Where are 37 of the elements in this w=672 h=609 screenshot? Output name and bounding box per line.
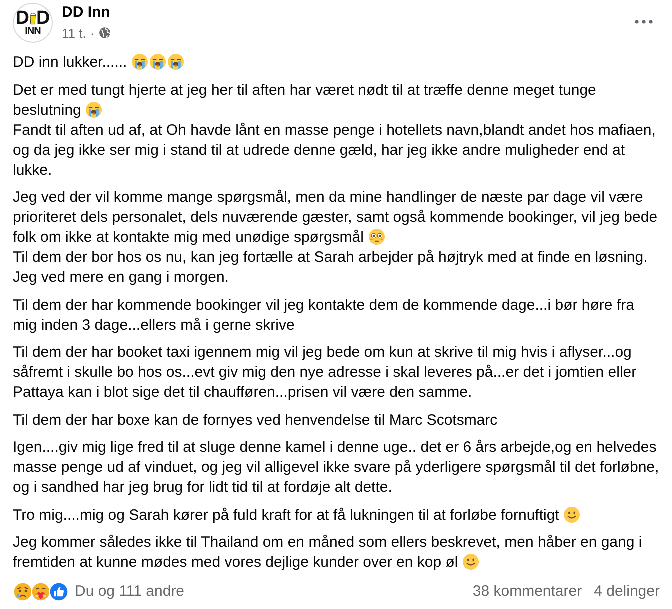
crying-emoji-icon bbox=[132, 54, 148, 70]
beer-glass-icon bbox=[30, 12, 36, 26]
care-reaction-icon[interactable] bbox=[31, 582, 51, 602]
reactions-summary-link[interactable]: Du og 111 andre bbox=[75, 582, 185, 602]
page-name-link[interactable]: DD Inn bbox=[62, 3, 111, 23]
post-text: Det er med tungt hjerte at jeg her til aften har været nødt til at træffe denne meget tunge bbox=[13, 82, 596, 98]
post-text: beslutning bbox=[13, 102, 82, 118]
logo-text: INN bbox=[25, 26, 41, 36]
logo-text: D bbox=[16, 10, 30, 26]
comments-count-link[interactable]: 38 kommentarer bbox=[472, 582, 582, 602]
sad-reaction-icon[interactable] bbox=[13, 582, 33, 602]
post-time-link[interactable]: 11 t. bbox=[62, 26, 86, 40]
post-text: Fandt til aften ud af, at Oh havde lånt en masse penge i hotellets navn,blandt andet hos mafiaen, og da jeg ikke ser mig i stand til at udrede denne gæld, har jeg ikke andre muligheder end at lukke. bbox=[13, 122, 656, 178]
separator-dot: · bbox=[90, 26, 95, 40]
post-text: fremtiden at kunne mødes med vores dejlige kunder over en kop øl bbox=[13, 554, 458, 571]
post-text: Til dem der bor hos os nu, kan jeg fortælle at Sarah arbejder på højtryk med at finde en løsning. bbox=[13, 249, 648, 266]
crying-emoji-icon bbox=[168, 54, 184, 70]
like-reaction-icon[interactable] bbox=[49, 582, 69, 602]
page-avatar[interactable]: D D INN bbox=[13, 3, 53, 43]
more-options-icon[interactable] bbox=[635, 20, 653, 24]
post-text: Til dem der har booket taxi igennem mig vil jeg bede om kun at skrive til mig hvis i aflyser...og såfremt i skulle bo hos os...evt giv mig den nye adresse i skal leveres på...er det i jomtien eller Pattaya kan i blot sige det til chaufføren...prisen vil være den samme. bbox=[13, 344, 637, 401]
post-text: Jeg kommer således ikke til Thailand om en måned som ellers beskrevet, men håber en gang i bbox=[13, 534, 642, 551]
post-text: folk om ikke at kontakte mig med unødige spørgsmål bbox=[13, 229, 364, 246]
flushed-emoji-icon bbox=[368, 229, 385, 245]
post-text: Til dem der har kommende bookinger vil jeg kontakte dem de kommende dage...i bør høre fra mig inden 3 dage...ellers må i gerne skrive bbox=[13, 296, 634, 334]
crying-emoji-icon bbox=[150, 54, 166, 70]
globe-icon bbox=[98, 27, 111, 39]
crying-emoji-icon bbox=[86, 102, 102, 118]
logo-text: D bbox=[36, 10, 50, 26]
post-text: Tro mig....mig og Sarah kører på fuld kraft for at få lukningen til at forløbe fornuftigt bbox=[13, 506, 560, 524]
post-text: DD inn lukker...... bbox=[13, 54, 128, 71]
post-text: Igen....giv mig lige fred til at sluge denne kamel i denne uge.. det er 6 års arbejde,og en helvedes masse penge ud af vinduet, og jeg vil alligevel ikke svare på yderligere spørgsmål til det forløbne, og i sandhed har jeg brug for lidt tid til at fordøje alt dette. bbox=[13, 439, 660, 496]
post-text: Til dem der har boxe kan de fornyes ved henvendelse til Marc Scotsmarc bbox=[13, 412, 498, 428]
post-text: Jeg ved mere en gang i morgen. bbox=[13, 269, 229, 286]
smiling-emoji-icon bbox=[564, 506, 580, 522]
smiling-emoji-icon bbox=[463, 554, 480, 570]
shares-count-link[interactable]: 4 delinger bbox=[594, 582, 660, 602]
